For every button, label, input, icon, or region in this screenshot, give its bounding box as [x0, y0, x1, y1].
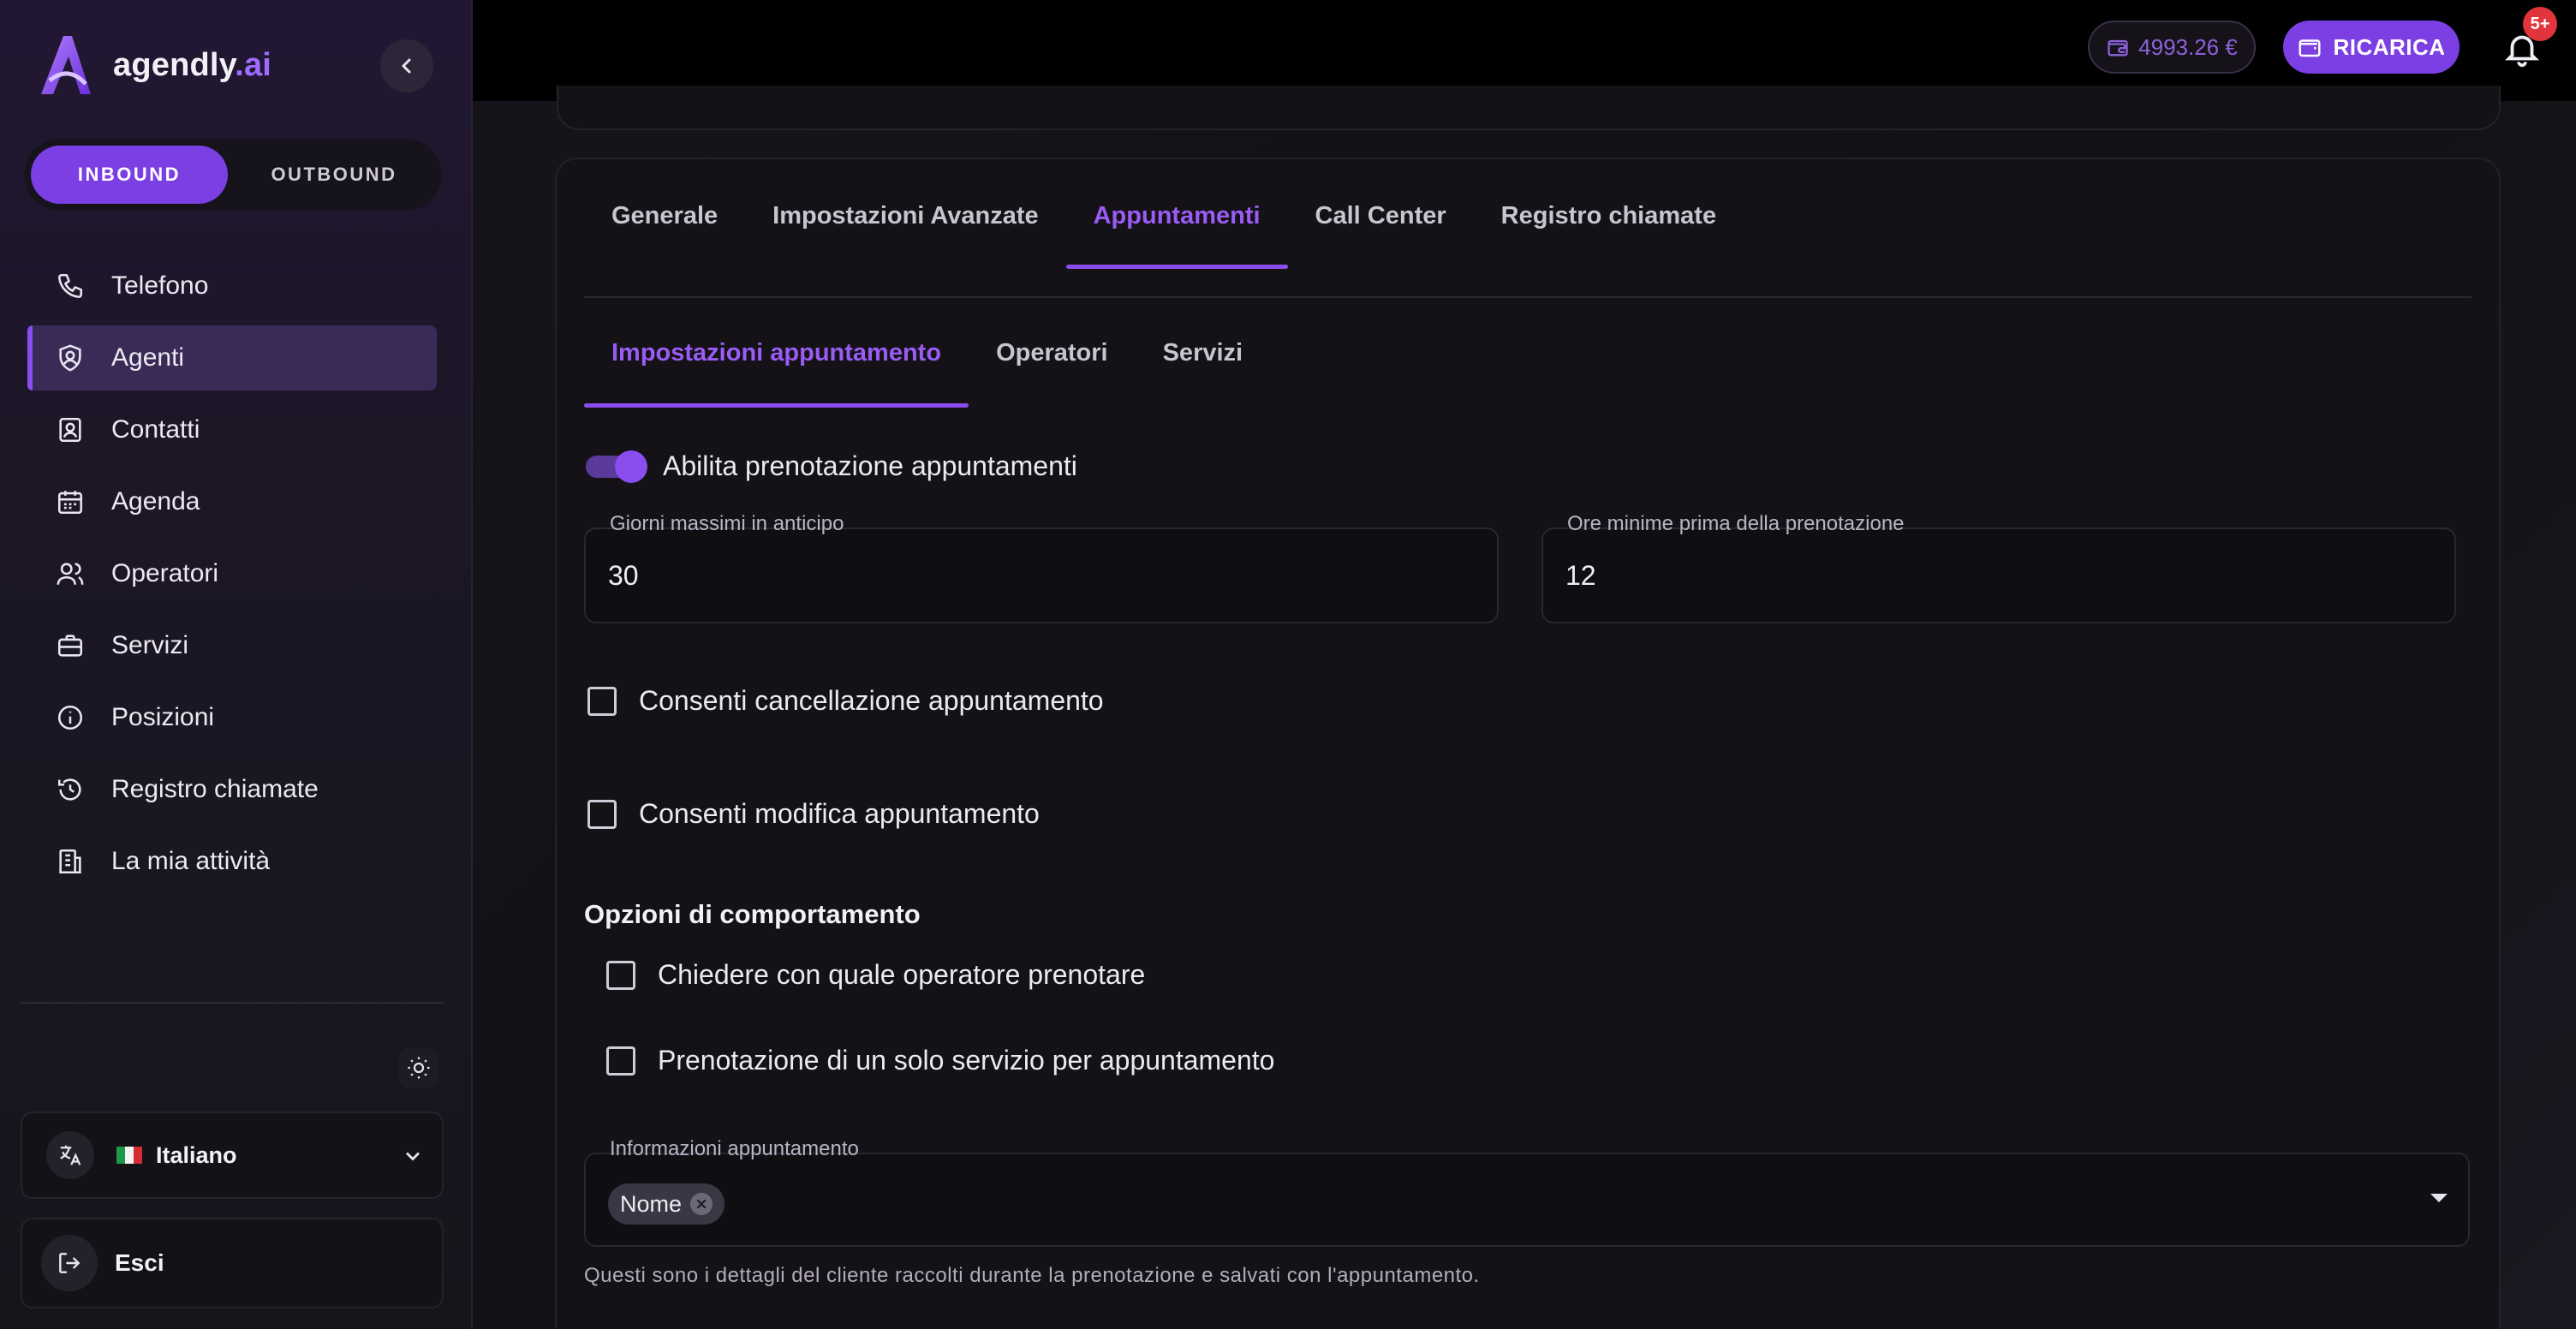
sidebar-item-label: Posizioni	[111, 703, 215, 731]
tab-appuntamenti[interactable]: Appuntamenti	[1065, 202, 1288, 269]
main-tabs: Generale Impostazioni Avanzate Appuntame…	[584, 202, 1744, 269]
agendly-logo-icon	[41, 36, 91, 94]
users-icon	[55, 558, 86, 589]
mode-toggle: INBOUND OUTBOUND	[24, 139, 442, 211]
brand-name: agendly.ai	[113, 46, 272, 83]
wallet-icon	[2299, 39, 2321, 57]
logout-label: Esci	[115, 1249, 164, 1276]
sidebar-item-agenda[interactable]: Agenda	[27, 469, 437, 534]
subtab-operatori[interactable]: Operatori	[969, 339, 1136, 408]
recharge-label: RICARICA	[2333, 33, 2446, 60]
balance-amount: 4993.26 €	[2138, 33, 2238, 60]
min-hours-value: 12	[1565, 560, 1596, 591]
italy-flag-icon	[116, 1147, 142, 1164]
min-hours-field[interactable]: Ore minime prima della prenotazione 12	[1541, 512, 2456, 623]
allow-cancel-checkbox[interactable]	[587, 686, 617, 716]
wallet-balance[interactable]: 4993.26 €	[2088, 21, 2256, 74]
allow-edit-checkbox[interactable]	[587, 799, 617, 829]
enable-booking-switch[interactable]	[584, 447, 649, 485]
sub-tabs: Impostazioni appuntamento Operatori Serv…	[584, 339, 1270, 408]
history-icon	[55, 774, 86, 805]
chip-label: Nome	[620, 1190, 683, 1217]
sidebar-item-posizioni[interactable]: Posizioni	[27, 685, 437, 750]
language-selector[interactable]: Italiano	[21, 1111, 444, 1199]
single-service-checkbox[interactable]	[606, 1046, 635, 1076]
dropdown-caret-icon[interactable]	[2430, 1194, 2448, 1202]
sidebar-item-label: Servizi	[111, 631, 189, 659]
ask-operator-checkbox[interactable]	[606, 960, 635, 990]
tab-impostazioni-avanzate[interactable]: Impostazioni Avanzate	[745, 202, 1065, 269]
notifications-badge: 5+	[2523, 7, 2557, 41]
shield-user-icon	[55, 343, 86, 373]
sidebar-item-label: Contatti	[111, 415, 200, 444]
previous-card	[557, 86, 2501, 130]
sidebar-item-label: Operatori	[111, 559, 219, 587]
behavior-options-title: Opzioni di comportamento	[584, 899, 921, 929]
sidebar-item-label: Agenda	[111, 487, 200, 516]
sidebar-item-registro-chiamate[interactable]: Registro chiamate	[27, 757, 437, 822]
logout-icon	[41, 1235, 98, 1291]
tab-registro-chiamate[interactable]: Registro chiamate	[1474, 202, 1744, 269]
sidebar-item-label: Agenti	[111, 343, 185, 372]
theme-toggle-button[interactable]	[399, 1048, 438, 1088]
allow-cancel-label: Consenti cancellazione appuntamento	[639, 685, 1104, 716]
info-icon	[55, 702, 86, 733]
language-label: Italiano	[156, 1141, 237, 1168]
subtab-servizi[interactable]: Servizi	[1136, 339, 1271, 408]
allow-edit-label: Consenti modifica appuntamento	[639, 798, 1040, 829]
phone-icon	[55, 271, 86, 301]
single-service-row[interactable]: Prenotazione di un solo servizio per app…	[606, 1045, 1274, 1076]
sidebar-divider	[21, 1002, 444, 1004]
allow-cancel-row[interactable]: Consenti cancellazione appuntamento	[587, 685, 1104, 717]
sidebar-item-label: La mia attività	[111, 847, 271, 875]
recharge-button[interactable]: RICARICA	[2283, 21, 2460, 74]
briefcase-icon	[55, 630, 86, 661]
max-days-label: Giorni massimi in anticipo	[610, 512, 844, 535]
tabs-divider	[584, 296, 2472, 298]
logout-button[interactable]: Esci	[21, 1218, 444, 1308]
contact-card-icon	[55, 414, 86, 445]
sidebar-item-label: Telefono	[111, 271, 209, 300]
sidebar-item-label: Registro chiamate	[111, 775, 319, 803]
subtab-impostazioni-appuntamento[interactable]: Impostazioni appuntamento	[584, 339, 969, 408]
sidebar-item-servizi[interactable]: Servizi	[27, 613, 437, 678]
sidebar-item-contatti[interactable]: Contatti	[27, 397, 437, 462]
calendar-icon	[55, 486, 86, 517]
outbound-toggle[interactable]: OUTBOUND	[233, 146, 435, 204]
allow-edit-row[interactable]: Consenti modifica appuntamento	[587, 798, 1040, 830]
sidebar-item-operatori[interactable]: Operatori	[27, 541, 437, 606]
appointment-info-select[interactable]: Informazioni appuntamento Nome	[584, 1137, 2470, 1247]
tab-generale[interactable]: Generale	[584, 202, 745, 269]
tab-call-center[interactable]: Call Center	[1288, 202, 1474, 269]
max-days-value: 30	[608, 560, 639, 591]
translate-icon	[46, 1131, 94, 1179]
chevron-left-icon	[402, 58, 411, 74]
brand-logo[interactable]: agendly.ai	[34, 31, 271, 99]
sidebar: agendly.ai INBOUND OUTBOUND Telefono Age…	[0, 0, 473, 1329]
enable-booking-row: Abilita prenotazione appuntamenti	[584, 447, 1077, 485]
sun-icon	[408, 1057, 430, 1079]
appointment-info-label: Informazioni appuntamento	[610, 1137, 859, 1160]
wallet-icon	[2108, 39, 2128, 57]
inbound-toggle[interactable]: INBOUND	[31, 146, 228, 204]
max-days-field[interactable]: Giorni massimi in anticipo 30	[584, 512, 1499, 623]
chip-remove-icon[interactable]	[690, 1193, 713, 1215]
min-hours-label: Ore minime prima della prenotazione	[1567, 512, 1905, 535]
ask-operator-label: Chiedere con quale operatore prenotare	[658, 959, 1146, 990]
sidebar-item-telefono[interactable]: Telefono	[27, 253, 437, 319]
appointment-info-helper: Questi sono i dettagli del cliente racco…	[584, 1264, 1480, 1287]
building-icon	[55, 846, 86, 877]
chevron-down-icon	[406, 1152, 420, 1161]
collapse-sidebar-button[interactable]	[380, 39, 433, 92]
enable-booking-label: Abilita prenotazione appuntamenti	[663, 450, 1077, 481]
sidebar-item-la-mia-attivita[interactable]: La mia attività	[27, 829, 437, 894]
sidebar-nav: Telefono Agenti Contatti Agenda Operator…	[27, 253, 437, 901]
ask-operator-row[interactable]: Chiedere con quale operatore prenotare	[606, 959, 1145, 991]
chip-nome[interactable]: Nome	[608, 1183, 725, 1225]
single-service-label: Prenotazione di un solo servizio per app…	[658, 1045, 1275, 1076]
sidebar-item-agenti[interactable]: Agenti	[27, 325, 437, 390]
